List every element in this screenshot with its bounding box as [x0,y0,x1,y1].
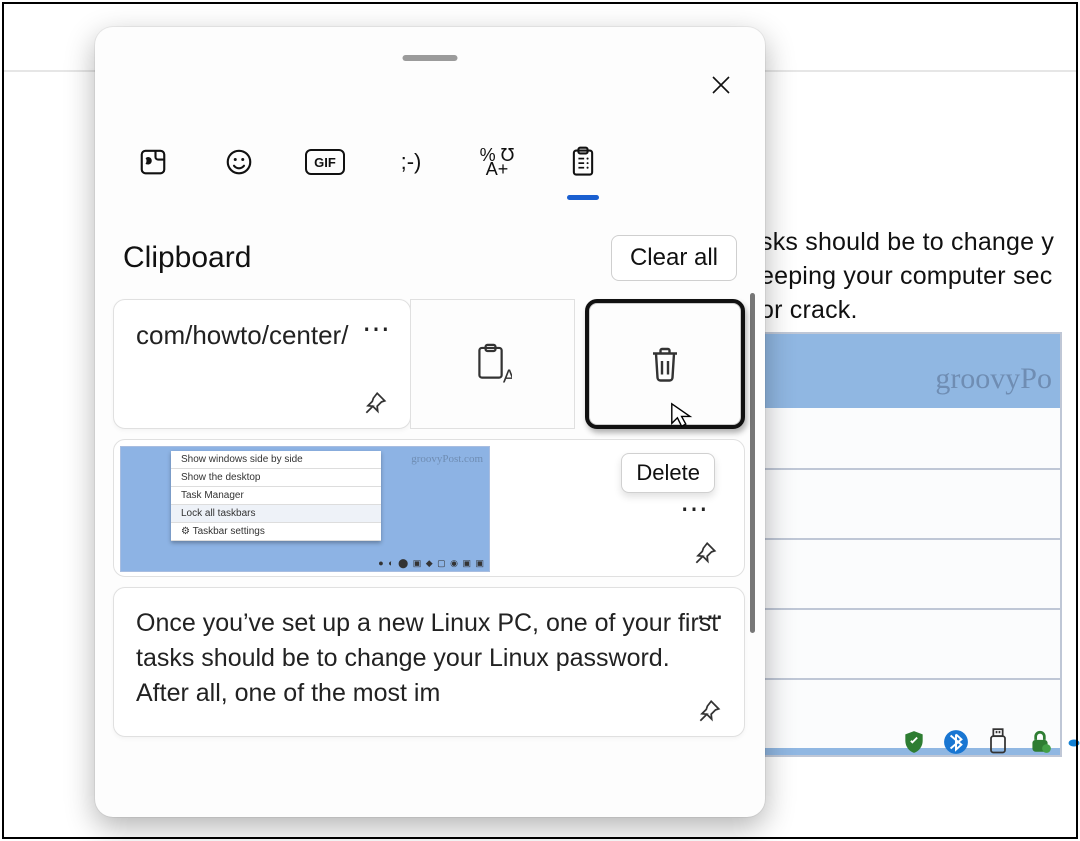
bg-article-line: or crack. [760,293,1080,327]
tab-emoji[interactable] [211,134,267,190]
lock-icon[interactable] [1026,728,1054,756]
background-article-text: sks should be to change y eeping your co… [760,225,1080,327]
tab-kaomoji[interactable]: ;-) [383,134,439,190]
category-tabbar: GIF ;-) % ℧A+ [125,127,735,197]
clip-text: com/howto/cente​r/ [136,318,388,352]
pin-button[interactable] [358,386,392,420]
pin-button[interactable] [688,536,722,570]
system-tray [900,728,1080,756]
paste-as-text-button[interactable]: A [410,299,575,429]
bluetooth-icon[interactable] [942,728,970,756]
tab-clipboard[interactable] [555,134,611,190]
more-button[interactable]: ⋯ [680,492,710,525]
clip-row: com/howto/cente​r/ ⋯ A Delete [113,299,745,429]
cursor-icon [669,401,697,429]
background-image-panel [762,408,1060,748]
usb-icon[interactable] [984,728,1012,756]
delete-tooltip: Delete [621,453,715,493]
section-title: Clipboard [123,241,251,275]
pin-button[interactable] [692,694,726,728]
clipboard-text-icon: A [474,343,512,385]
background-image-watermark: groovyPo [935,362,1052,396]
svg-text:A: A [502,366,511,385]
symbols-icon: % ℧A+ [480,148,515,176]
tab-gif[interactable]: GIF [297,134,353,190]
clip-text: Once you’ve set up a new Linux PC, one o… [136,606,722,711]
clip-row: Once you’ve set up a new Linux PC, one o… [113,587,745,737]
close-button[interactable] [699,63,743,107]
clipboard-list: com/howto/cente​r/ ⋯ A Delete [111,289,759,807]
tab-stickers[interactable] [125,134,181,190]
more-button[interactable]: ⋯ [362,312,392,345]
background-image: groovyPo [760,332,1062,757]
clip-thumbnail: Show windows side by side Show the deskt… [120,446,490,572]
trash-icon [647,344,683,384]
clip-item[interactable]: com/howto/cente​r/ ⋯ [113,299,411,429]
clipboard-panel: GIF ;-) % ℧A+ Clipboard Clear all [95,27,765,817]
kaomoji-icon: ;-) [401,149,422,175]
clip-item[interactable]: Once you’ve set up a new Linux PC, one o… [113,587,745,737]
clear-all-button[interactable]: Clear all [611,235,737,281]
tab-symbols[interactable]: % ℧A+ [469,134,525,190]
bg-article-line: eeping your computer sec [760,259,1080,293]
drag-handle[interactable] [403,55,458,61]
more-button[interactable]: ⋯ [696,600,726,633]
bg-article-line: sks should be to change y [760,225,1080,259]
delete-button[interactable] [585,299,745,429]
svg-text:GIF: GIF [314,155,336,170]
shield-icon[interactable] [900,728,928,756]
onedrive-icon[interactable] [1068,728,1080,756]
